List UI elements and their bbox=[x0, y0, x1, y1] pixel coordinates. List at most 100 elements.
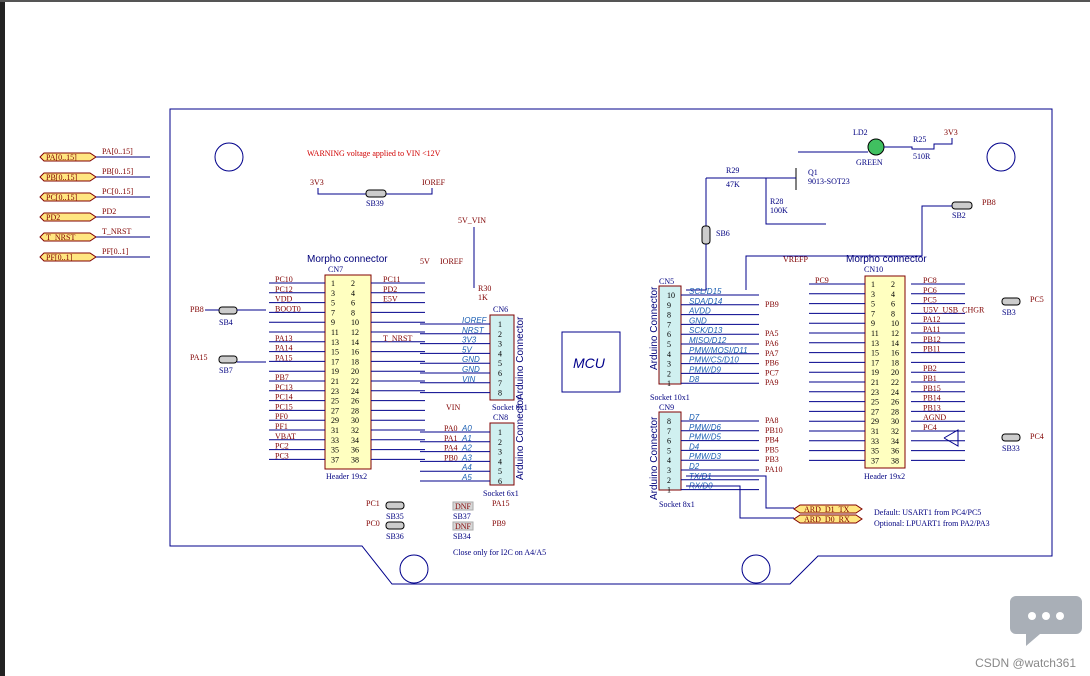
cn9-title: Arduino Connector bbox=[649, 416, 660, 500]
pin-number: 33 bbox=[331, 436, 339, 445]
pin-function: SCK/D13 bbox=[689, 326, 723, 335]
pin-function: SCL/D15 bbox=[689, 287, 722, 296]
svg-text:SB3: SB3 bbox=[1002, 308, 1016, 317]
svg-text:LD2: LD2 bbox=[853, 128, 868, 137]
pin-number: 3 bbox=[498, 340, 502, 349]
net-label: PB7 bbox=[275, 373, 289, 382]
pin-function: D8 bbox=[689, 375, 700, 384]
cn10-title: Morpho connector bbox=[846, 254, 927, 265]
chat-bubble-icon[interactable] bbox=[1010, 592, 1082, 650]
svg-text:SB7: SB7 bbox=[219, 366, 233, 375]
pin-number: 17 bbox=[331, 357, 339, 366]
net-label: PF0 bbox=[275, 412, 288, 421]
pin-number: 20 bbox=[891, 368, 899, 377]
net-label: PA4 bbox=[444, 444, 458, 453]
pin-number: 24 bbox=[891, 388, 899, 397]
pin-number: 5 bbox=[667, 340, 671, 349]
solder-bridge-sb35 bbox=[385, 501, 405, 510]
pin-number: 12 bbox=[891, 329, 899, 338]
pin-number: 14 bbox=[351, 338, 359, 347]
net-label: PB6 bbox=[765, 359, 779, 368]
net-label: PC13 bbox=[275, 383, 293, 392]
svg-text:9013-SOT23: 9013-SOT23 bbox=[808, 177, 850, 186]
port-label: PF[0..1] bbox=[46, 253, 73, 262]
pin-function: A2 bbox=[461, 444, 472, 453]
pin-number: 28 bbox=[891, 407, 899, 416]
pin-number: 2 bbox=[667, 476, 671, 485]
net-label: PB2 bbox=[923, 364, 937, 373]
pin-function: PMW/MOSI/D11 bbox=[689, 346, 748, 355]
solder-bridge-sb7 bbox=[218, 355, 238, 364]
net-pa15: PA15 bbox=[190, 353, 208, 362]
pin-function: NRST bbox=[462, 326, 485, 335]
net-label: PA6 bbox=[765, 339, 779, 348]
port-label: PD2 bbox=[46, 213, 60, 222]
net-label: E5V bbox=[383, 295, 398, 304]
pin-number: 23 bbox=[871, 388, 879, 397]
net-label: PB9 bbox=[765, 300, 779, 309]
pin-number: 34 bbox=[351, 436, 359, 445]
pin-number: 18 bbox=[891, 358, 899, 367]
svg-text:DNF: DNF bbox=[455, 502, 472, 511]
net-label: PC6 bbox=[923, 286, 937, 295]
net-label: PC9 bbox=[815, 276, 829, 285]
net-label: BOOT0 bbox=[275, 304, 301, 313]
pin-number: 20 bbox=[351, 367, 359, 376]
svg-text:510R: 510R bbox=[913, 152, 931, 161]
net-label: PC14 bbox=[275, 393, 293, 402]
cn5-pins: 10 SCL/D15 9 SDA/D14 PB9 8 AVDD 7 GND 6 SCK/D13 PA5… bbox=[667, 287, 779, 388]
svg-text:PB8: PB8 bbox=[190, 305, 204, 314]
net-ioref: IOREF bbox=[422, 178, 446, 187]
pin-number: 7 bbox=[498, 379, 502, 388]
pin-number: 16 bbox=[351, 348, 359, 357]
svg-text:DNF: DNF bbox=[455, 522, 472, 531]
solder-bridge-sb33 bbox=[1001, 433, 1021, 442]
pin-number: 24 bbox=[351, 387, 359, 396]
pin-number: 6 bbox=[667, 330, 671, 339]
pin-number: 4 bbox=[667, 350, 671, 359]
pin-number: 27 bbox=[331, 406, 339, 415]
pin-number: 1 bbox=[498, 428, 502, 437]
svg-text:PC0: PC0 bbox=[366, 519, 380, 528]
pin-number: 3 bbox=[331, 289, 335, 298]
svg-text:SB36: SB36 bbox=[386, 532, 404, 541]
pin-function: IOREF bbox=[462, 316, 488, 325]
svg-text:5V_VIN: 5V_VIN bbox=[458, 216, 486, 225]
svg-text:PC1: PC1 bbox=[366, 499, 380, 508]
pin-function: GND bbox=[462, 365, 480, 374]
pin-number: 32 bbox=[351, 426, 359, 435]
svg-text:VREFP: VREFP bbox=[783, 255, 808, 264]
pin-number: 4 bbox=[498, 349, 502, 358]
pin-number: 34 bbox=[891, 437, 899, 446]
net-label: PB1 bbox=[923, 374, 937, 383]
pin-number: 37 bbox=[331, 455, 339, 464]
net-label: AGND bbox=[923, 413, 946, 422]
pin-number: 1 bbox=[667, 486, 671, 495]
watermark: CSDN @watch361 bbox=[975, 656, 1076, 670]
net-label: VBAT bbox=[275, 432, 296, 441]
pin-number: 19 bbox=[871, 368, 879, 377]
cn8-footer: Socket 6x1 bbox=[483, 489, 519, 498]
pin-function: PMW/D9 bbox=[689, 365, 722, 374]
pin-function: SDA/D14 bbox=[689, 297, 723, 306]
net-label: PB4 bbox=[765, 436, 779, 445]
pin-number: 32 bbox=[891, 427, 899, 436]
pin-number: 6 bbox=[351, 299, 355, 308]
cn6-ref: CN6 bbox=[493, 305, 508, 314]
cn9-pins: 8 D7 PA8 7 PMW/D6 PB10 6 PMW/D5 PB4 5 D4 PB5 4 PMW/D3… bbox=[667, 413, 783, 495]
pin-number: 21 bbox=[331, 377, 339, 386]
pin-function: 3V3 bbox=[462, 336, 477, 345]
cn10-ref: CN10 bbox=[864, 265, 883, 274]
net-label: PB15 bbox=[923, 384, 941, 393]
net-label: U5V_USB_CHGR bbox=[923, 305, 985, 314]
net-label: PA14 bbox=[275, 344, 293, 353]
pin-number: 27 bbox=[871, 407, 879, 416]
solder-bridge-sb6 bbox=[701, 225, 711, 245]
net-label: PA5 bbox=[765, 329, 779, 338]
cn8-title: Arduino Connector bbox=[515, 396, 526, 480]
svg-text:IOREF: IOREF bbox=[440, 257, 464, 266]
pin-number: 2 bbox=[498, 330, 502, 339]
pin-function: PMW/D6 bbox=[689, 423, 722, 432]
pin-number: 4 bbox=[498, 457, 502, 466]
pin-number: 29 bbox=[871, 417, 879, 426]
